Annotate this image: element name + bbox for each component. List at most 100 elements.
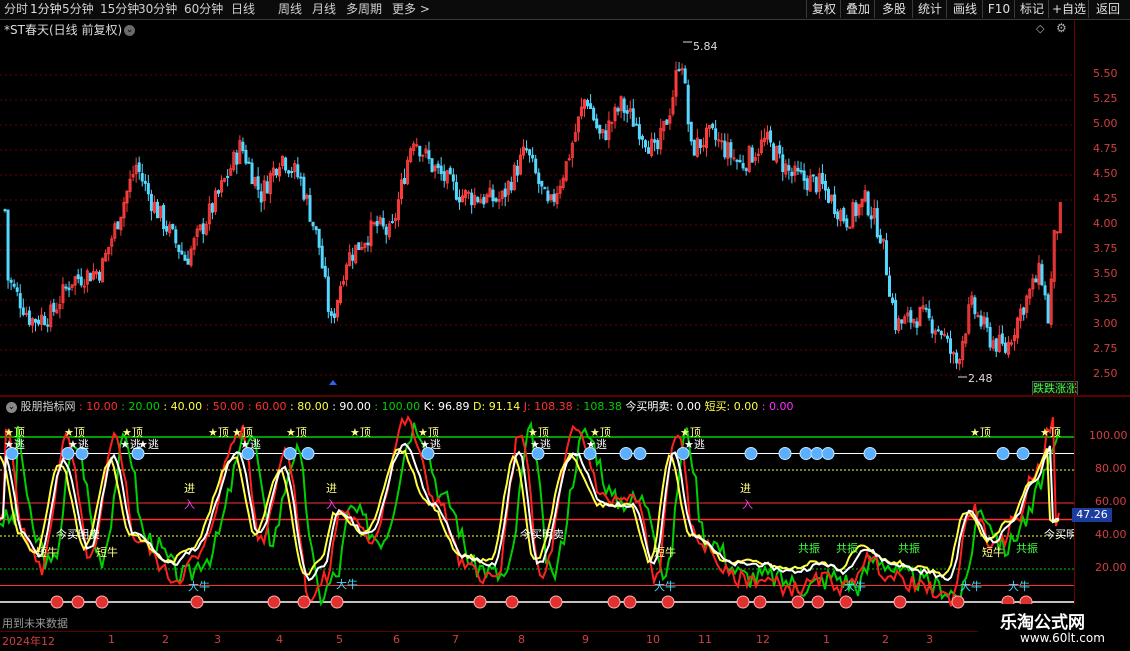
mark-button[interactable]: 标记	[1014, 0, 1049, 18]
candle-body	[436, 163, 440, 168]
pane-separator[interactable]	[0, 395, 1130, 397]
period-tab-monthly[interactable]: 月线	[312, 2, 336, 16]
price-tick: 5.00	[1093, 117, 1118, 130]
draw-line-button[interactable]: 画线	[946, 0, 983, 18]
candle-body	[534, 158, 538, 174]
candle-body	[375, 220, 379, 227]
candle-body	[732, 157, 736, 160]
candle-body	[52, 302, 56, 312]
candle-body	[476, 196, 480, 203]
candle-body	[290, 170, 294, 174]
date-tick: 8	[518, 633, 525, 646]
candle-body	[976, 314, 980, 317]
future-data-note: 用到未来数据	[2, 617, 68, 630]
indicator-chart[interactable]: ★顶 ★顶 ★顶 ★顶 ★顶 ★顶 ★顶 ★顶 ★顶 ★顶 ★顶 ★顶 ★顶★逃 ★逃 ★逃★逃 ★逃 ★逃 ★逃…	[0, 412, 1074, 631]
candle-body	[46, 324, 50, 327]
candle-body	[884, 240, 888, 276]
signal-label: 进	[326, 482, 337, 495]
candle-body	[836, 211, 840, 220]
period-tab-1min[interactable]: 1分钟	[30, 2, 62, 16]
candle-body	[1003, 342, 1007, 353]
price-tick: 2.75	[1093, 342, 1118, 355]
indicator-tick: 20.00	[1095, 561, 1127, 574]
buy-signal-dot-icon	[267, 595, 281, 609]
add-watchlist-button[interactable]: +自选	[1048, 0, 1089, 18]
candle-body	[442, 171, 446, 181]
candle-body	[1043, 285, 1047, 296]
candle-body	[692, 139, 696, 156]
buy-signal-dot-icon	[330, 595, 344, 609]
period-tab-30min[interactable]: 30分钟	[138, 2, 177, 16]
f10-button[interactable]: F10	[982, 0, 1015, 18]
candles-layer	[3, 61, 1062, 371]
candle-body	[930, 319, 934, 334]
candle-body	[314, 226, 318, 231]
signal-label: ★逃	[586, 438, 607, 451]
period-tab-multi[interactable]: 多周期	[346, 2, 382, 16]
site-watermark: 乐淘公式网 www.60lt.com	[978, 604, 1130, 650]
period-tab-daily[interactable]: 日线	[231, 2, 255, 16]
candle-body	[790, 171, 794, 177]
candle-body	[820, 172, 824, 185]
signal-label: 大牛	[960, 579, 982, 593]
period-tab-weekly[interactable]: 周线	[278, 2, 302, 16]
candle-body	[515, 165, 519, 176]
date-tick: 1	[108, 633, 115, 646]
signal-label: ★逃	[4, 438, 25, 451]
overlay-button[interactable]: 叠加	[840, 0, 875, 18]
candle-body	[448, 167, 452, 175]
candle-body	[528, 149, 532, 156]
candle-body	[799, 170, 803, 173]
signal-label: 进	[740, 482, 751, 495]
candle-body	[317, 228, 321, 248]
candle-body	[250, 162, 254, 185]
candle-body	[311, 221, 315, 227]
candle-body	[537, 172, 541, 185]
candle-body	[531, 154, 535, 159]
period-tab-intraday[interactable]: 分时	[4, 2, 28, 16]
candle-body	[677, 68, 681, 71]
candle-body	[552, 193, 556, 202]
candle-body	[174, 229, 178, 244]
signal-label: 共振	[836, 541, 858, 555]
signal-label: 共振	[1016, 541, 1038, 555]
price-tick: 4.50	[1093, 167, 1118, 180]
pattern-tag-text: 跌跌涨涨	[1033, 382, 1077, 395]
candle-body	[985, 317, 989, 328]
candle-body	[451, 174, 455, 182]
signal-label: ★顶	[286, 426, 307, 439]
back-button[interactable]: 返回	[1088, 0, 1127, 18]
period-tab-15min[interactable]: 15分钟	[100, 2, 139, 16]
high-price-marker: 5.84	[683, 40, 718, 53]
candle-body	[878, 234, 882, 244]
candle-body	[366, 242, 370, 246]
candle-body	[241, 141, 245, 152]
candle-body	[180, 250, 184, 255]
restore-rights-button[interactable]: 复权	[806, 0, 841, 18]
candlestick-chart[interactable]: 5.84 2.48	[0, 19, 1074, 395]
period-tab-5min[interactable]: 5分钟	[62, 2, 94, 16]
multi-stock-button[interactable]: 多股	[874, 0, 913, 18]
period-tab-more[interactable]: 更多 >	[392, 2, 430, 16]
period-toolbar: 分时 1分钟 5分钟 15分钟 30分钟 60分钟 日线 周线 月线 多周期 更…	[0, 0, 1130, 20]
candle-body	[698, 139, 702, 148]
candle-body	[470, 192, 474, 206]
candle-body	[586, 100, 590, 107]
candle-body	[76, 274, 80, 280]
date-tick: 12	[756, 633, 770, 646]
price-tick: 3.50	[1093, 267, 1118, 280]
buy-signal-dot-icon	[549, 595, 563, 609]
date-tick: 11	[698, 633, 712, 646]
pattern-tag: 跌跌涨涨	[1032, 381, 1078, 396]
period-tab-60min[interactable]: 60分钟	[184, 2, 223, 16]
statistics-button[interactable]: 统计	[912, 0, 947, 18]
buy-signal-dot-icon	[50, 595, 64, 609]
candle-body	[772, 143, 776, 161]
price-axis: 5.50 5.25 5.00 4.75 4.50 4.25 4.00 3.75 …	[1074, 19, 1130, 395]
candle-body	[390, 221, 394, 224]
signal-label: ★顶	[208, 426, 229, 439]
chevron-down-icon[interactable]: ⌄	[6, 401, 17, 413]
candle-body	[9, 279, 13, 283]
signal-label: 短牛	[982, 545, 1004, 559]
candle-body	[79, 276, 83, 286]
